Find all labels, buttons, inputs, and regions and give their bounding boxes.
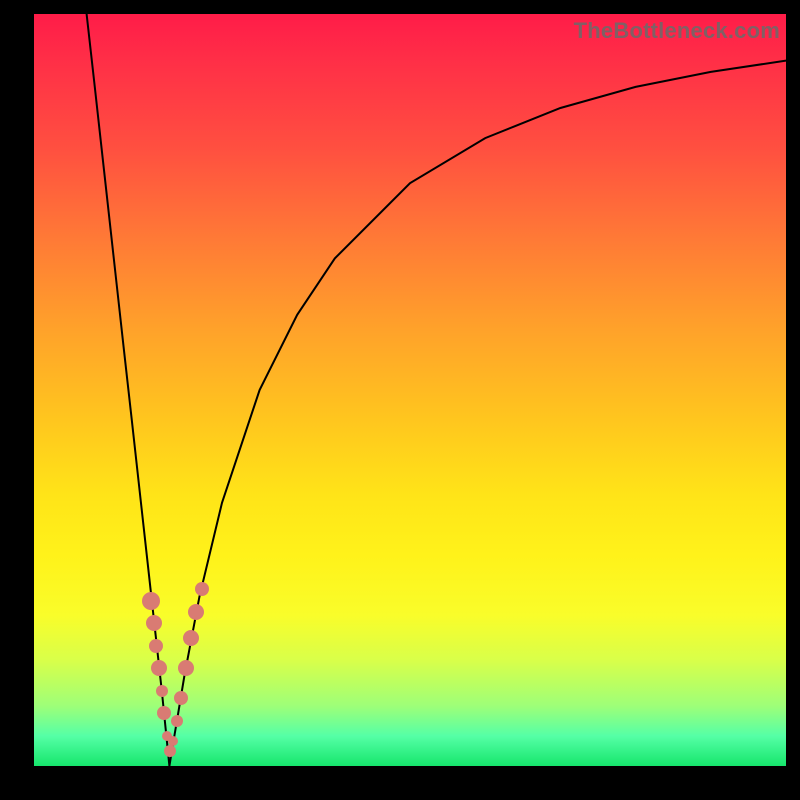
data-marker xyxy=(156,685,168,697)
data-marker xyxy=(149,639,163,653)
bottleneck-curves xyxy=(34,14,786,766)
data-marker xyxy=(151,660,167,676)
data-marker xyxy=(146,615,162,631)
data-marker xyxy=(171,715,183,727)
data-marker xyxy=(142,592,160,610)
curve-right xyxy=(169,61,786,766)
heatmap-gradient: TheBottleneck.com xyxy=(34,14,786,766)
data-marker xyxy=(195,582,209,596)
watermark-text: TheBottleneck.com xyxy=(574,18,780,44)
data-marker xyxy=(164,745,176,757)
curve-left xyxy=(87,14,170,766)
data-marker xyxy=(174,691,188,705)
chart-stage: TheBottleneck.com xyxy=(0,0,800,800)
